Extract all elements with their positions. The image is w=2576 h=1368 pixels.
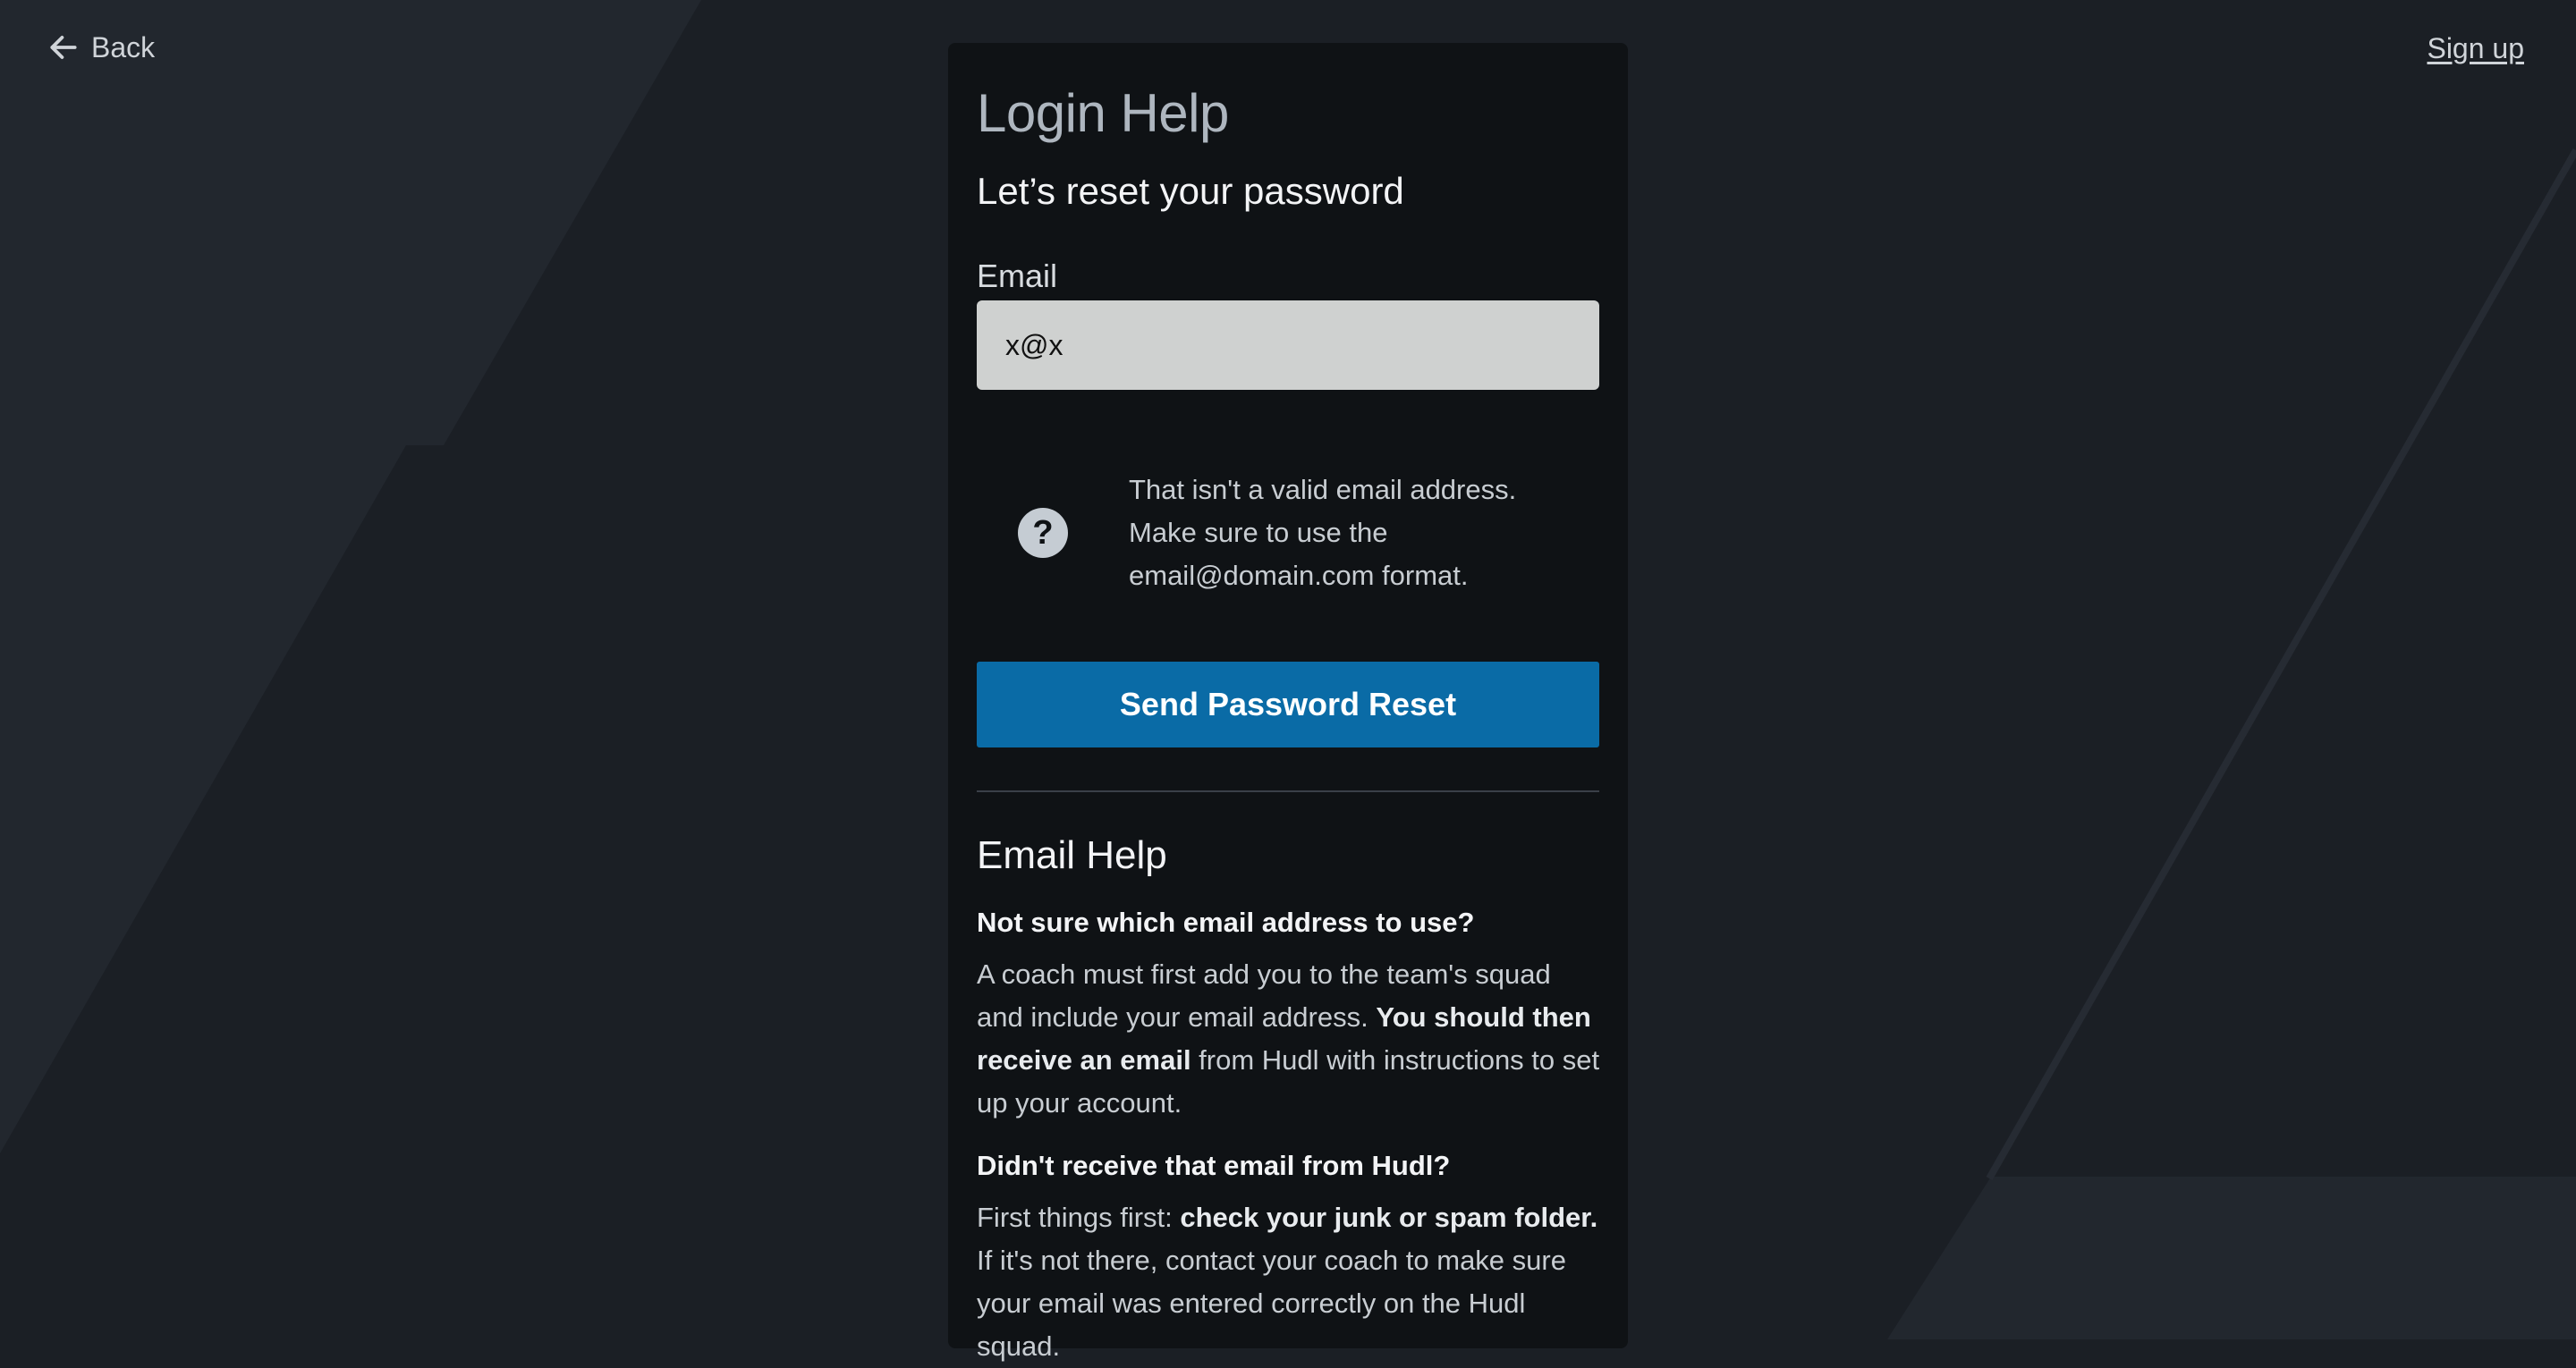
faq-answer-1: A coach must first add you to the team's…	[977, 953, 1603, 1125]
send-password-reset-button[interactable]: Send Password Reset	[977, 662, 1599, 747]
page-subtitle: Let’s reset your password	[977, 170, 1404, 212]
email-help-title: Email Help	[977, 833, 1167, 877]
faq-question-2: Didn't receive that email from Hudl?	[977, 1150, 1451, 1181]
faq-answer-2-part-1: First things first:	[977, 1202, 1181, 1233]
arrow-left-icon	[50, 36, 77, 59]
faq-question-1: Not sure which email address to use?	[977, 907, 1475, 938]
email-error-message: ? That isn't a valid email address. Make…	[977, 469, 1599, 597]
question-icon: ?	[1018, 508, 1068, 558]
back-link[interactable]: Back	[47, 30, 155, 64]
signup-link[interactable]: Sign up	[2427, 32, 2524, 65]
login-help-card: Login Help Let’s reset your password Ema…	[948, 43, 1628, 1362]
error-line-3: email@domain.com format.	[1129, 560, 1469, 591]
faq-answer-2: First things first: check your junk or s…	[977, 1196, 1603, 1368]
faq-answer-2-bold: check your junk or spam folder.	[1180, 1202, 1598, 1233]
error-text: That isn't a valid email address. Make s…	[1129, 469, 1599, 597]
email-label: Email	[977, 258, 1058, 294]
faq-answer-2-part-2: If it's not there, contact your coach to…	[977, 1245, 1566, 1362]
back-label: Back	[91, 30, 156, 63]
error-line-1: That isn't a valid email address.	[1129, 474, 1517, 505]
email-field[interactable]	[977, 300, 1599, 390]
error-line-2: Make sure to use the	[1129, 517, 1388, 548]
divider	[977, 790, 1599, 792]
page-title: Login Help	[977, 83, 1229, 143]
